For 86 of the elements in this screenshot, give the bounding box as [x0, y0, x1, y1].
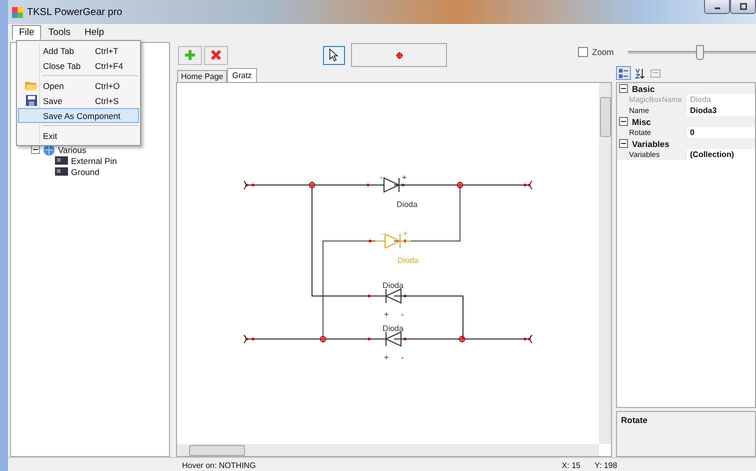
pin-dot: [524, 184, 526, 186]
terminal-icon: [244, 180, 248, 190]
category-label: Basic: [632, 84, 655, 94]
junction-icon: [456, 181, 464, 189]
slider-thumb[interactable]: [696, 44, 704, 60]
tree-item[interactable]: External Pin: [71, 156, 117, 166]
polarity-sign: -: [401, 310, 404, 319]
categorized-view-button[interactable]: [616, 66, 631, 80]
pin-dot: [368, 294, 370, 298]
component-label: Dioda: [396, 200, 418, 209]
component-label: Dioda: [382, 281, 404, 290]
pin-dot: [404, 294, 406, 298]
plus-icon: [184, 49, 196, 61]
diode-symbol[interactable]: [374, 332, 412, 346]
description-title: Rotate: [621, 415, 648, 425]
diode-symbol[interactable]: [374, 178, 410, 192]
pin-dot: [402, 184, 404, 186]
terminal-icon: [528, 334, 532, 344]
menu-item[interactable]: Save As Component: [18, 108, 139, 123]
vertical-scrollbar[interactable]: [599, 83, 611, 444]
menu-item[interactable]: Tools: [41, 24, 78, 40]
menu-item[interactable]: Save Ctrl+S: [18, 93, 139, 108]
polarity-sign: -: [380, 173, 383, 182]
component-label: Dioda: [382, 324, 404, 333]
terminal-icon: [528, 180, 532, 190]
minimize-button[interactable]: [704, 0, 730, 14]
diode-symbol[interactable]: [374, 288, 412, 304]
window-title: TKSL PowerGear pro: [27, 6, 122, 18]
app-icon: [12, 6, 23, 18]
category-label: Variables: [632, 138, 670, 148]
polarity-sign: +: [384, 353, 389, 362]
menu-item[interactable]: Close Tab Ctrl+F4: [18, 58, 139, 73]
save-icon: [26, 95, 36, 106]
maximize-button[interactable]: [730, 0, 756, 14]
collapse-icon[interactable]: [619, 84, 628, 93]
zoom-checkbox[interactable]: [578, 47, 588, 57]
junction-icon: [319, 335, 327, 343]
component-icon: [55, 167, 68, 176]
pin-dot: [404, 240, 406, 242]
x-coordinate: X: 15: [562, 460, 580, 470]
pin-dot: [366, 184, 370, 186]
menu-item[interactable]: Help: [78, 24, 112, 40]
component-icon: [55, 156, 68, 165]
polarity-sign: +: [403, 229, 408, 238]
pin-dot: [368, 338, 370, 340]
terminal-icon: [244, 334, 248, 344]
tree-item[interactable]: Various: [58, 144, 86, 154]
delete-button[interactable]: [204, 46, 228, 64]
y-coordinate: Y: 198: [594, 460, 618, 470]
pin-dot: [404, 338, 406, 340]
junction-icon: [308, 181, 316, 189]
menu-item[interactable]: File: [12, 24, 42, 40]
collapse-icon[interactable]: [619, 117, 628, 126]
collapse-icon[interactable]: [31, 145, 40, 154]
tree-item[interactable]: Ground: [71, 166, 100, 176]
property-value[interactable]: 0: [687, 128, 694, 137]
pin-dot: [252, 184, 254, 186]
junction-icon: [396, 52, 402, 58]
zoom-slider[interactable]: [628, 44, 756, 60]
component-label: Dioda: [398, 256, 418, 265]
pin-dot: [252, 338, 254, 340]
horizontal-scrollbar[interactable]: [177, 444, 599, 456]
zoom-label: Zoom: [592, 47, 614, 57]
tab[interactable]: Home Page: [177, 70, 228, 82]
pin-dot: [368, 240, 372, 242]
polarity-sign: +: [384, 310, 389, 319]
hover-status: Hover on: NOTHING: [182, 460, 256, 470]
category-label: Misc: [632, 116, 651, 126]
maximize-icon: [738, 2, 748, 10]
menu-item[interactable]: Exit: [18, 128, 139, 143]
menu-item[interactable]: Add Tab Ctrl+T: [18, 43, 139, 58]
polarity-sign: -: [401, 353, 404, 362]
junction-icon: [458, 335, 466, 343]
property-value[interactable]: (Collection): [687, 150, 734, 159]
polarity-sign: +: [402, 173, 407, 182]
folder-icon: [24, 80, 38, 91]
property-value[interactable]: Dioda3: [687, 106, 717, 115]
tab[interactable]: Gratz: [227, 68, 257, 82]
pin-dot: [524, 338, 526, 340]
pointer-tool-button[interactable]: [323, 46, 345, 64]
menu-item[interactable]: Open Ctrl+O: [18, 78, 139, 93]
sort-alphabetical-icon[interactable]: [632, 66, 647, 80]
close-icon: [210, 49, 222, 61]
pointer-icon: [329, 48, 339, 62]
collapse-icon[interactable]: [619, 139, 628, 148]
polarity-sign: -: [381, 229, 384, 238]
